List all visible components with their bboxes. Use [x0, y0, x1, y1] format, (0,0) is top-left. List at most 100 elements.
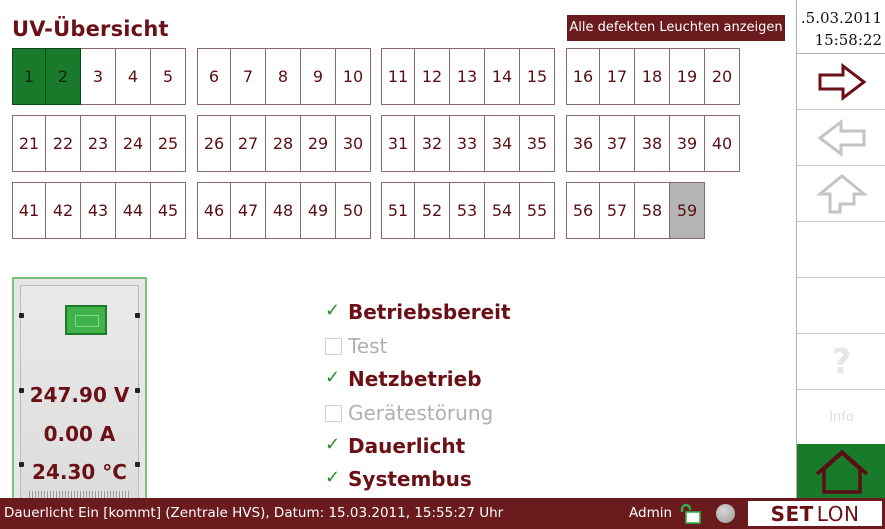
lamp-button[interactable]: 59 [670, 182, 705, 239]
lamp-button[interactable]: 56 [566, 182, 600, 239]
lamp-button[interactable]: 20 [705, 48, 740, 105]
lamp-button[interactable]: 30 [336, 115, 371, 172]
lamp-button[interactable]: 18 [635, 48, 670, 105]
home-button[interactable] [797, 444, 885, 498]
lamp-group: 56 57 58 59 [566, 182, 705, 239]
lamp-button[interactable]: 23 [81, 115, 116, 172]
lamp-button[interactable]: 27 [231, 115, 266, 172]
lamp-group: 11 12 13 14 15 [381, 48, 555, 105]
lamp-button[interactable]: 36 [566, 115, 600, 172]
lamp-button[interactable]: 16 [566, 48, 600, 105]
status-label: Dauerlicht [348, 434, 466, 458]
status-item: Systembus [325, 467, 472, 492]
lamp-button[interactable]: 2 [46, 48, 81, 105]
help-button[interactable]: ? [797, 334, 885, 390]
status-item: Betriebsbereit [325, 300, 511, 325]
info-label: Info [829, 410, 854, 425]
current-user[interactable]: Admin [629, 505, 672, 521]
status-item: Gerätestörung [325, 401, 493, 425]
lamp-button[interactable]: 33 [450, 115, 485, 172]
lamp-button[interactable]: 49 [301, 182, 336, 239]
status-message: Dauerlicht Ein [kommt] (Zentrale HVS), D… [4, 505, 504, 521]
lamp-button[interactable]: 14 [485, 48, 520, 105]
lamp-button[interactable]: 32 [415, 115, 450, 172]
lamp-button[interactable]: 35 [520, 115, 555, 172]
lamp-button[interactable]: 52 [415, 182, 450, 239]
status-checkbox [325, 300, 342, 321]
lamp-button[interactable]: 7 [231, 48, 266, 105]
lamp-button[interactable]: 47 [231, 182, 266, 239]
lamp-button[interactable]: 44 [116, 182, 151, 239]
status-label: Betriebsbereit [348, 300, 511, 324]
lamp-button[interactable]: 5 [151, 48, 186, 105]
unlock-icon[interactable] [679, 503, 703, 525]
temperature-value: 24.30 °C [32, 460, 127, 484]
lamp-button[interactable]: 24 [116, 115, 151, 172]
lamp-button[interactable]: 53 [450, 182, 485, 239]
status-item: Test [325, 334, 387, 358]
lamp-button[interactable]: 45 [151, 182, 186, 239]
setlon-logo: SET LON [748, 501, 882, 526]
info-button[interactable]: Info [797, 390, 885, 446]
logo-lon-text: LON [816, 501, 860, 526]
help-icon: ? [831, 341, 852, 382]
status-item: Netzbetrieb [325, 367, 482, 392]
lamp-button[interactable]: 34 [485, 115, 520, 172]
lamp-button[interactable]: 42 [46, 182, 81, 239]
clock-time: 15:58:22 [814, 31, 882, 49]
lamp-button[interactable]: 25 [151, 115, 186, 172]
lamp-button[interactable]: 12 [415, 48, 450, 105]
next-button[interactable] [797, 54, 885, 110]
status-checkbox [325, 467, 342, 488]
lamp-button[interactable]: 4 [116, 48, 151, 105]
lamp-button[interactable]: 55 [520, 182, 555, 239]
lamp-button[interactable]: 22 [46, 115, 81, 172]
show-defective-lamps-button[interactable]: Alle defekten Leuchten anzeigen [567, 15, 785, 41]
lamp-button[interactable]: 21 [12, 115, 46, 172]
lamp-button[interactable]: 3 [81, 48, 116, 105]
lamp-group: 16 17 18 19 20 [566, 48, 740, 105]
lamp-button[interactable]: 9 [301, 48, 336, 105]
lamp-button[interactable]: 17 [600, 48, 635, 105]
lamp-button[interactable]: 26 [197, 115, 231, 172]
lamp-group: 46 47 48 49 50 [197, 182, 371, 239]
lamp-button[interactable]: 8 [266, 48, 301, 105]
back-button[interactable] [797, 110, 885, 166]
lamp-button[interactable]: 46 [197, 182, 231, 239]
status-checkbox [325, 337, 342, 355]
lamp-button[interactable]: 10 [336, 48, 371, 105]
status-label: Systembus [348, 467, 472, 491]
lamp-button[interactable]: 57 [600, 182, 635, 239]
lamp-button[interactable]: 13 [450, 48, 485, 105]
lamp-group: 21 22 23 24 25 [12, 115, 186, 172]
lamp-button[interactable]: 51 [381, 182, 415, 239]
lamp-button[interactable]: 48 [266, 182, 301, 239]
lamp-button[interactable]: 31 [381, 115, 415, 172]
screw-icon [19, 313, 24, 318]
sidebar-empty-slot [797, 222, 885, 278]
up-button[interactable] [797, 166, 885, 222]
lamp-button[interactable]: 58 [635, 182, 670, 239]
lamp-button[interactable]: 15 [520, 48, 555, 105]
lamp-button[interactable]: 6 [197, 48, 231, 105]
lamp-button[interactable]: 1 [12, 48, 46, 105]
lamp-button[interactable]: 41 [12, 182, 46, 239]
status-label: Netzbetrieb [348, 367, 482, 391]
lamp-button[interactable]: 11 [381, 48, 415, 105]
clock-date: .5.03.2011 [800, 9, 882, 27]
page-title: UV-Übersicht [12, 17, 169, 41]
lamp-button[interactable]: 38 [635, 115, 670, 172]
arrow-left-icon [817, 118, 865, 157]
lamp-button[interactable]: 29 [301, 115, 336, 172]
lamp-group: 26 27 28 29 30 [197, 115, 371, 172]
lamp-button[interactable]: 37 [600, 115, 635, 172]
lamp-button[interactable]: 40 [705, 115, 740, 172]
lamp-button[interactable]: 50 [336, 182, 371, 239]
logo-set-text: SET [770, 501, 814, 526]
lamp-button[interactable]: 28 [266, 115, 301, 172]
lamp-button[interactable]: 43 [81, 182, 116, 239]
lamp-group: 51 52 53 54 55 [381, 182, 555, 239]
lamp-button[interactable]: 19 [670, 48, 705, 105]
lamp-button[interactable]: 39 [670, 115, 705, 172]
lamp-button[interactable]: 54 [485, 182, 520, 239]
